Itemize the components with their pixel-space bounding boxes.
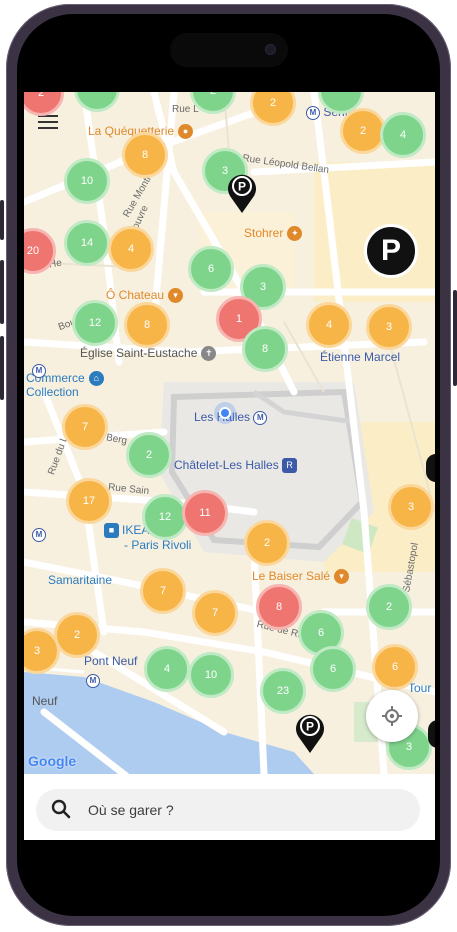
church-icon: ✝ xyxy=(201,346,217,362)
metro-icon: M xyxy=(32,526,46,544)
bar-icon: ● xyxy=(178,124,194,140)
parking-cluster[interactable]: 7 xyxy=(140,568,186,614)
parking-cluster[interactable]: 8 xyxy=(124,302,170,348)
parking-cluster[interactable]: 2 xyxy=(126,432,172,478)
search-icon xyxy=(50,798,74,822)
parking-cluster[interactable]: 23 xyxy=(260,668,306,714)
dynamic-island xyxy=(170,33,288,67)
parking-cluster[interactable]: 2 xyxy=(54,612,100,658)
metro-icon: M xyxy=(253,410,268,425)
locate-me-button[interactable] xyxy=(366,690,418,742)
poi-collection: Collection xyxy=(26,385,79,399)
poi-label: Pont Neuf xyxy=(84,654,138,668)
poi-ikea[interactable]: ■ IKEA xyxy=(104,523,149,539)
poi-samaritaine[interactable]: Samaritaine xyxy=(48,573,112,587)
parking-cluster[interactable]: 10 xyxy=(188,652,234,698)
poi-chatelet-les-halles[interactable]: Châtelet-Les Halles R xyxy=(174,458,300,474)
parking-cluster[interactable]: 2 xyxy=(244,520,290,566)
poi-label: Collection xyxy=(26,385,79,399)
parking-marker-large[interactable]: P xyxy=(364,224,418,278)
metro-icon: M xyxy=(86,672,100,690)
parking-cluster[interactable]: 6 xyxy=(188,246,234,292)
parking-pin-edge[interactable] xyxy=(428,720,435,748)
metro-icon: M xyxy=(32,362,46,380)
poi-stohrer[interactable]: Stohrer ✦ xyxy=(244,226,305,242)
parking-cluster[interactable]: 8 xyxy=(122,132,168,178)
parking-pin-label: P xyxy=(238,180,246,194)
poi-pont-neuf[interactable]: Pont Neuf xyxy=(84,654,137,668)
parking-cluster[interactable]: 3 xyxy=(388,484,434,530)
poi-label: - Paris Rivoli xyxy=(124,538,192,552)
poi-label: Stohrer xyxy=(244,226,284,240)
poi-label: Le Baiser Salé xyxy=(252,569,331,583)
parking-cluster[interactable]: 2 xyxy=(366,584,412,630)
wine-icon: ▾ xyxy=(168,288,184,304)
parking-pin[interactable]: P xyxy=(294,712,326,754)
crosshair-icon xyxy=(382,706,402,726)
poi-label: Ô Chateau xyxy=(106,288,165,302)
parking-cluster[interactable]: 7 xyxy=(192,590,238,636)
poi-label: Étienne Marcel xyxy=(320,350,401,364)
museum-icon: ⌂ xyxy=(88,371,104,387)
parking-cluster[interactable]: 3 xyxy=(366,304,412,350)
parking-cluster[interactable]: 4 xyxy=(108,226,154,272)
parking-cluster[interactable]: 2 xyxy=(340,108,386,154)
parking-cluster[interactable]: 4 xyxy=(380,112,426,158)
parking-cluster[interactable]: 12 xyxy=(142,494,188,540)
parking-cluster[interactable]: 4 xyxy=(144,646,190,692)
poi-label: Châtelet-Les Halles xyxy=(174,458,279,472)
shopping-icon: ■ xyxy=(104,523,119,539)
parking-cluster[interactable]: 8 xyxy=(242,326,288,372)
poi-eglise-saint-eustache[interactable]: Église Saint-Eustache ✝ xyxy=(80,346,219,362)
map-view[interactable]: Rue L Rue Léopold Bellan Rue Montmartre … xyxy=(24,92,435,774)
rer-icon: R xyxy=(282,458,298,474)
app-screen: Rue L Rue Léopold Bellan Rue Montmartre … xyxy=(24,92,435,840)
parking-cluster[interactable]: 8 xyxy=(256,584,302,630)
search-input[interactable]: Où se garer ? xyxy=(88,802,174,818)
poi-tour: Tour xyxy=(408,681,431,695)
search-bar[interactable]: Où se garer ? xyxy=(36,789,420,831)
cocktail-icon: ▾ xyxy=(334,569,350,585)
poi-label: Neuf xyxy=(32,694,58,708)
parking-cluster[interactable]: 10 xyxy=(64,158,110,204)
parking-cluster[interactable]: 11 xyxy=(182,490,228,536)
poi-label: Église Saint-Eustache xyxy=(80,346,198,360)
poi-le-baiser-sale[interactable]: Le Baiser Salé ▾ xyxy=(252,569,352,585)
parking-cluster[interactable]: 17 xyxy=(66,478,112,524)
volume-up-button[interactable] xyxy=(0,260,4,324)
parking-cluster[interactable]: 6 xyxy=(310,646,356,692)
parking-pin-edge[interactable] xyxy=(426,454,435,482)
current-location-dot xyxy=(219,407,231,419)
camera-icon xyxy=(265,44,276,55)
volume-down-button[interactable] xyxy=(0,336,4,400)
poi-label: Samaritaine xyxy=(48,573,113,587)
parking-cluster[interactable]: 4 xyxy=(306,302,352,348)
poi-label: Tour xyxy=(408,681,432,695)
poi-etienne-marcel[interactable]: Étienne Marcel xyxy=(320,350,400,364)
parking-cluster[interactable]: 7 xyxy=(62,404,108,450)
menu-icon[interactable] xyxy=(38,115,58,129)
parking-cluster[interactable]: 6 xyxy=(372,644,418,690)
restaurant-icon: ✦ xyxy=(287,226,303,242)
parking-pin-label: P xyxy=(306,720,314,734)
action-button[interactable] xyxy=(0,200,4,240)
metro-icon: M xyxy=(306,105,320,120)
parking-cluster[interactable]: 12 xyxy=(72,300,118,346)
google-attribution: Google xyxy=(28,753,77,769)
power-button[interactable] xyxy=(453,290,457,386)
parking-cluster[interactable]: 14 xyxy=(64,220,110,266)
poi-ikea-rivoli: - Paris Rivoli xyxy=(124,538,191,552)
poi-neuf: Neuf xyxy=(32,694,57,708)
parking-pin[interactable]: P xyxy=(226,172,258,214)
